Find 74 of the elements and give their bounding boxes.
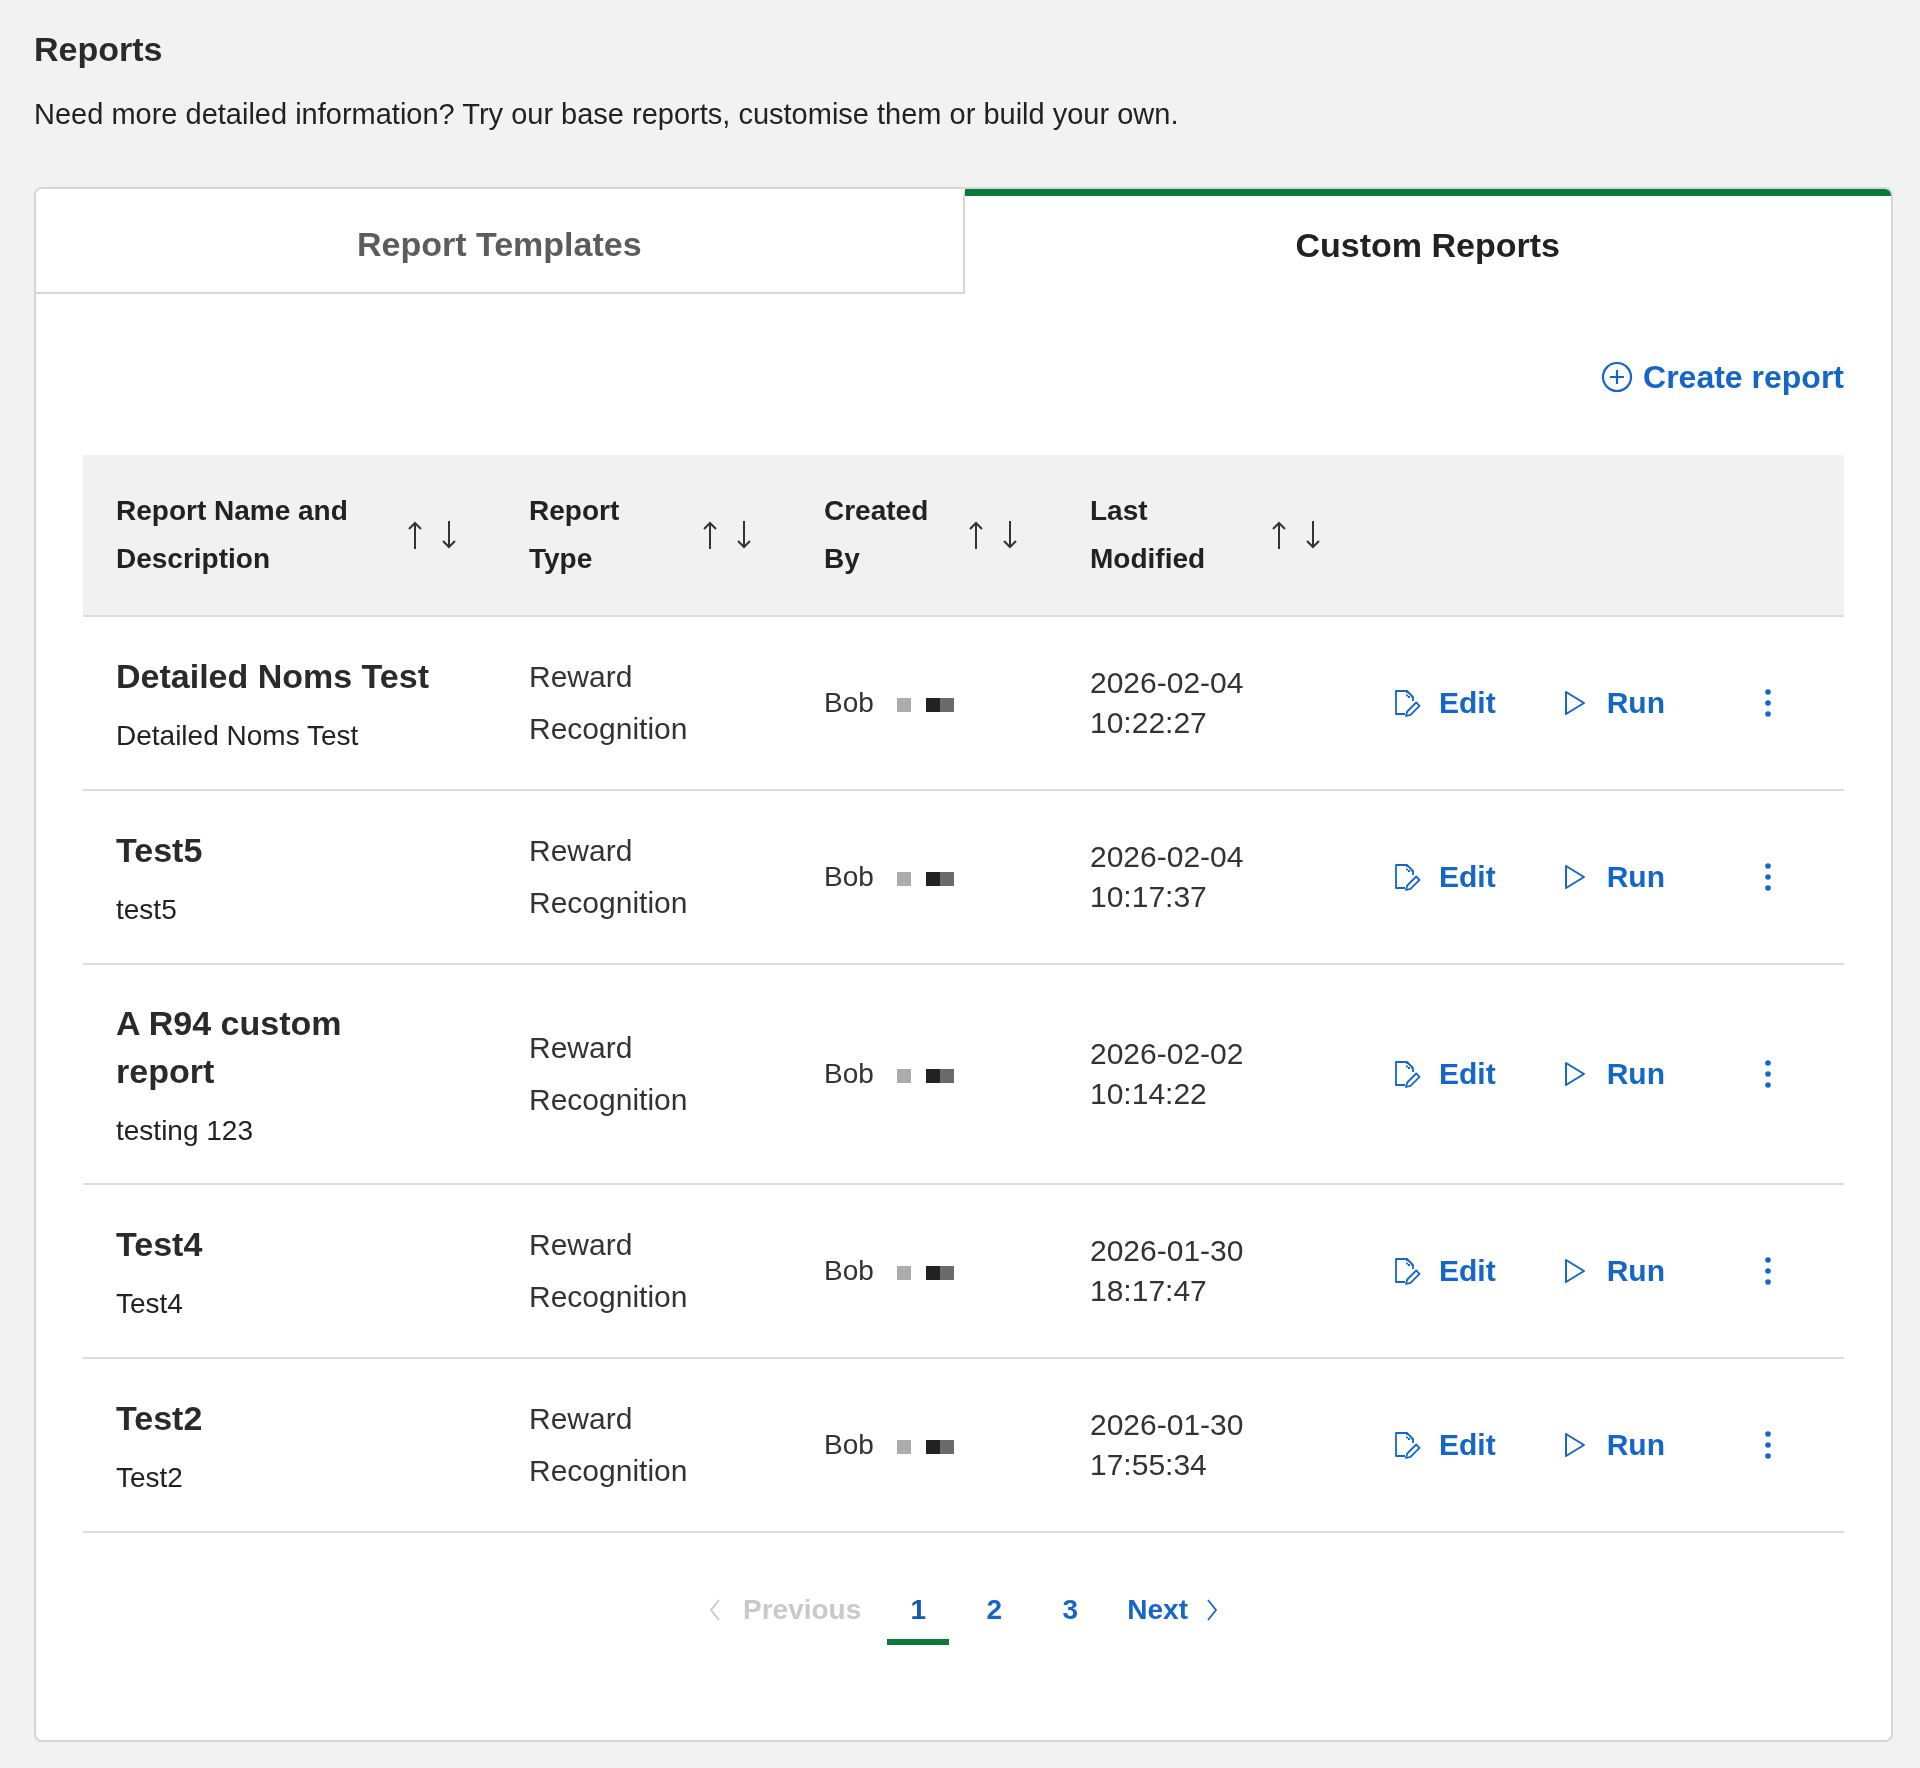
plus-circle-icon bbox=[1601, 361, 1634, 393]
last-modified: 2026-02-02 10:14:22 bbox=[1090, 1036, 1245, 1112]
report-description: testing 123 bbox=[116, 1114, 254, 1148]
edit-button[interactable]: Edit bbox=[1393, 857, 1496, 897]
pixel-blocks-icon bbox=[896, 697, 954, 712]
last-modified: 2026-01-30 18:17:47 bbox=[1090, 1233, 1245, 1309]
play-icon bbox=[1563, 1432, 1586, 1458]
sort-arrows-icon[interactable] bbox=[1271, 520, 1323, 550]
report-name: Test2 bbox=[116, 1398, 204, 1439]
play-icon bbox=[1563, 1258, 1586, 1284]
column-label: Last Modified bbox=[1090, 494, 1207, 576]
edit-document-icon bbox=[1393, 1431, 1421, 1459]
run-button[interactable]: Run bbox=[1563, 1425, 1665, 1465]
chevron-left-icon bbox=[709, 1599, 721, 1621]
pixel-blocks-icon bbox=[896, 1265, 954, 1280]
tab[interactable]: Report Templates bbox=[36, 189, 965, 294]
play-icon bbox=[1563, 1061, 1586, 1087]
kebab-menu-icon[interactable] bbox=[1765, 689, 1771, 717]
page-title: Reports bbox=[34, 29, 164, 69]
run-button[interactable]: Run bbox=[1563, 857, 1665, 897]
last-modified: 2026-02-04 10:17:37 bbox=[1090, 839, 1245, 915]
report-description: Test2 bbox=[116, 1461, 184, 1495]
created-by: Bob bbox=[824, 1428, 874, 1462]
edit-document-icon bbox=[1393, 1257, 1421, 1285]
report-type: Reward Recognition bbox=[529, 833, 689, 921]
last-modified: 2026-01-30 17:55:34 bbox=[1090, 1407, 1245, 1483]
page-number-link[interactable]: 3 bbox=[1039, 1592, 1102, 1645]
run-button[interactable]: Run bbox=[1563, 1054, 1665, 1094]
run-button[interactable]: Run bbox=[1563, 1251, 1665, 1291]
edit-document-icon bbox=[1393, 1060, 1421, 1088]
report-name: A R94 custom report bbox=[116, 1003, 343, 1092]
pixel-blocks-icon bbox=[896, 1068, 954, 1083]
report-description: Detailed Noms Test bbox=[116, 719, 360, 753]
chevron-right-icon bbox=[1206, 1599, 1218, 1621]
edit-document-icon bbox=[1393, 689, 1421, 717]
kebab-menu-icon[interactable] bbox=[1765, 1431, 1771, 1459]
run-button[interactable]: Run bbox=[1563, 683, 1665, 723]
report-description: test5 bbox=[116, 893, 178, 927]
report-description: Test4 bbox=[116, 1287, 184, 1321]
play-icon bbox=[1563, 864, 1586, 890]
created-by: Bob bbox=[824, 1254, 874, 1288]
report-type: Reward Recognition bbox=[529, 1401, 689, 1489]
last-modified: 2026-02-04 10:22:27 bbox=[1090, 665, 1245, 741]
page-number-link[interactable]: 1 bbox=[887, 1592, 950, 1645]
report-name: Detailed Noms Test bbox=[116, 656, 430, 697]
edit-button[interactable]: Edit bbox=[1393, 1251, 1496, 1291]
report-type: Reward Recognition bbox=[529, 659, 689, 747]
kebab-menu-icon[interactable] bbox=[1765, 1060, 1771, 1088]
column-label: Report Name and Description bbox=[116, 494, 349, 576]
report-name: Test4 bbox=[116, 1224, 204, 1265]
kebab-menu-icon[interactable] bbox=[1765, 863, 1771, 891]
edit-button[interactable]: Edit bbox=[1393, 1054, 1496, 1094]
page-description: Need more detailed information? Try our base reports, customise them or build your own. bbox=[34, 97, 1180, 132]
created-by: Bob bbox=[824, 686, 874, 720]
created-by: Bob bbox=[824, 1057, 874, 1091]
next-page-button[interactable]: Next bbox=[1127, 1592, 1218, 1645]
kebab-menu-icon[interactable] bbox=[1765, 1257, 1771, 1285]
column-label: Created By bbox=[824, 494, 930, 576]
create-report-button[interactable]: Create report bbox=[1601, 357, 1844, 397]
page-number-link[interactable]: 2 bbox=[963, 1592, 1026, 1645]
report-name: Test5 bbox=[116, 830, 204, 871]
sort-arrows-icon[interactable] bbox=[407, 520, 459, 550]
edit-document-icon bbox=[1393, 863, 1421, 891]
created-by: Bob bbox=[824, 860, 874, 894]
report-type: Reward Recognition bbox=[529, 1227, 689, 1315]
report-type: Reward Recognition bbox=[529, 1030, 689, 1118]
edit-button[interactable]: Edit bbox=[1393, 1425, 1496, 1465]
column-label: Report Type bbox=[529, 494, 621, 576]
pixel-blocks-icon bbox=[896, 1439, 954, 1454]
sort-arrows-icon[interactable] bbox=[968, 520, 1020, 550]
edit-button[interactable]: Edit bbox=[1393, 683, 1496, 723]
play-icon bbox=[1563, 690, 1586, 716]
sort-arrows-icon[interactable] bbox=[702, 520, 754, 550]
pixel-blocks-icon bbox=[896, 871, 954, 886]
